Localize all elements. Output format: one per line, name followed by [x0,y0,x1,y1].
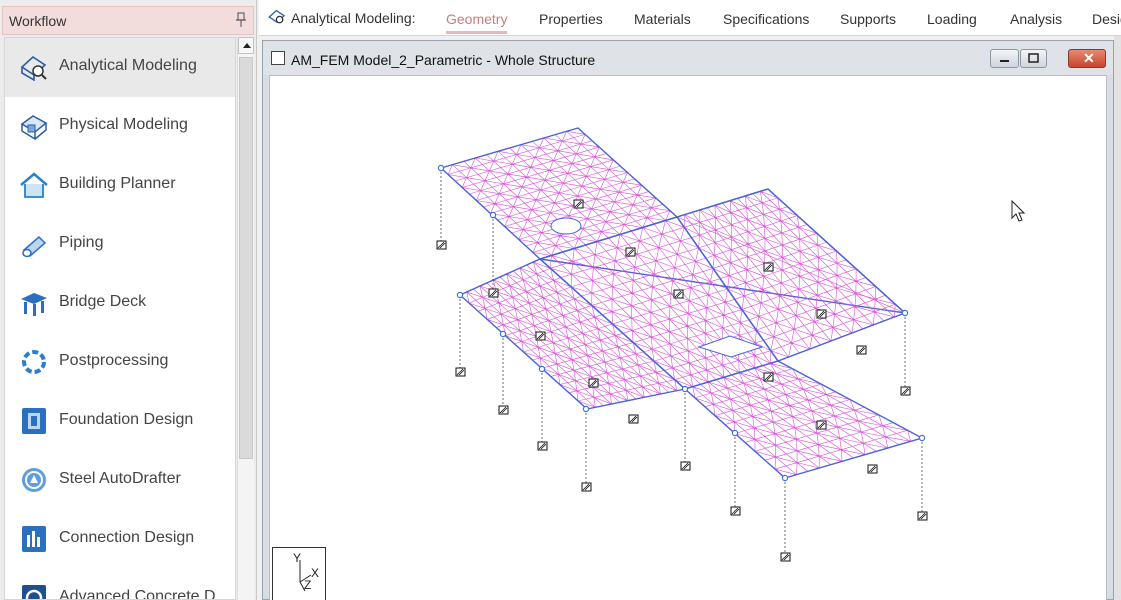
workflow-header: Workflow [2,6,254,35]
minimize-icon [1000,60,1009,62]
bridge-icon [21,293,47,316]
model-node [901,309,909,317]
close-icon: ✕ [1083,50,1095,66]
ribbon-lead-label: Analytical Modeling: [291,10,416,26]
tab-design[interactable]: Desig [1092,11,1121,27]
workflow-item-label: Steel AutoDrafter [59,470,181,487]
connection-icon [22,526,46,552]
workflow-item-connection-design[interactable]: Connection Design [5,510,235,569]
workflow-list: Analytical Modeling Physical Modeling Bu… [4,37,236,600]
axis-label-y: Y [293,551,302,565]
tab-materials[interactable]: Materials [634,11,691,27]
workflow-item-physical-modeling[interactable]: Physical Modeling [5,97,235,156]
maximize-icon [1028,53,1039,63]
workflow-scrollbar[interactable] [237,37,254,600]
workflow-item-building-planner[interactable]: Building Planner [5,156,235,215]
tab-supports[interactable]: Supports [840,11,896,27]
model-node [499,330,507,338]
tab-geometry[interactable]: Geometry [446,11,508,34]
workflow-item-label: Postprocessing [59,352,169,369]
window-app-icon [271,51,285,65]
window-title: AM_FEM Model_2_Parametric - Whole Struct… [291,52,596,68]
app-root: Workflow Analytical Modeling Physical Mo… [0,0,1121,600]
concrete-icon [22,585,46,599]
slab-right-mesh [676,188,906,362]
workflow-item-advanced-concrete[interactable]: Advanced Concrete D [5,569,235,600]
model-node [781,474,789,482]
pipe-icon [22,235,47,258]
workflow-item-foundation-design[interactable]: Foundation Design [5,392,235,451]
slab-right-edge [675,188,907,362]
tab-loading[interactable]: Loading [927,11,977,27]
workflow-title: Workflow [9,13,67,29]
tab-analysis[interactable]: Analysis [1010,11,1062,27]
structure-window: AM_FEM Model_2_Parametric - Whole Struct… [262,40,1114,600]
slab-opening-round [550,217,582,235]
workflow-item-label: Analytical Modeling [59,57,197,74]
model-node [681,385,689,393]
window-titlebar[interactable]: AM_FEM Model_2_Parametric - Whole Struct… [263,41,1113,75]
workflow-item-label: Building Planner [59,175,176,192]
workflow-panel: Workflow Analytical Modeling Physical Mo… [0,0,257,600]
workflow-item-steel-autodrafter[interactable]: Steel AutoDrafter [5,451,235,510]
model-node [489,211,497,219]
axis-label-x: X [311,566,320,580]
model-node [456,291,464,299]
model-node [538,365,546,373]
scroll-up-button[interactable] [238,37,254,54]
foundation-icon [22,408,46,434]
fem-model-view[interactable] [270,76,1107,600]
window-edge [1114,36,1121,600]
workflow-item-label: Connection Design [59,529,195,546]
slab-top-mesh [440,127,678,260]
house-icon [20,172,48,198]
minimize-button[interactable] [990,49,1019,68]
tab-specifications[interactable]: Specifications [723,11,809,27]
pin-icon[interactable] [235,12,247,28]
axis-triad: Y X Z [272,547,326,600]
scroll-thumb[interactable] [239,57,253,459]
workflow-item-label: Bridge Deck [59,293,147,310]
axis-label-z: Z [304,578,312,592]
model-node [437,164,445,172]
analytical-modeling-icon [20,55,47,81]
workflow-item-label: Advanced Concrete D [59,588,216,600]
model-node [731,429,739,437]
workflow-item-piping[interactable]: Piping [5,215,235,274]
ribbon-tabs: Analytical Modeling: Geometry Properties… [259,0,1121,36]
physical-modeling-icon [20,115,48,140]
workflow-item-postprocessing[interactable]: Postprocessing [5,333,235,392]
model-node [582,405,590,413]
workflow-item-analytical-modeling[interactable]: Analytical Modeling [5,38,235,97]
workflow-item-label: Piping [59,234,104,251]
tab-properties[interactable]: Properties [539,11,603,27]
maximize-button[interactable] [1020,49,1047,68]
analytical-modeling-icon [268,9,286,24]
model-node [918,434,926,442]
model-viewport[interactable]: Y X Z [269,75,1107,600]
workflow-item-label: Foundation Design [59,411,194,428]
close-button[interactable]: ✕ [1068,49,1106,68]
steel-autodrafter-icon [22,468,46,492]
workflow-item-label: Physical Modeling [59,116,188,133]
postprocessing-icon [22,350,46,374]
workflow-item-bridge-deck[interactable]: Bridge Deck [5,274,235,333]
mouse-cursor-icon [1011,200,1026,222]
